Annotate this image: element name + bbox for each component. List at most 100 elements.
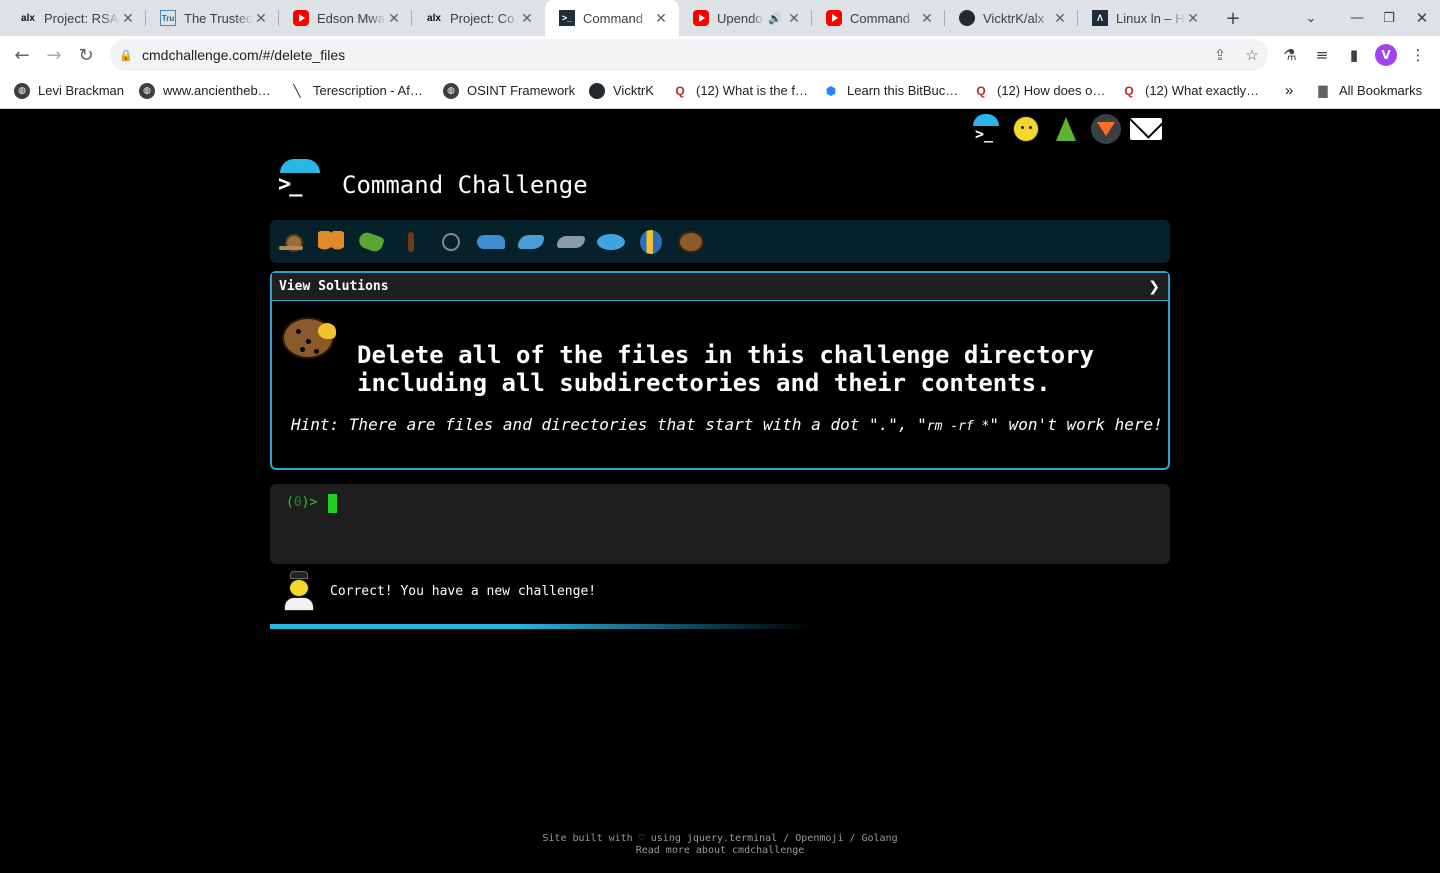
- caterpillar-icon[interactable]: [356, 227, 386, 257]
- gitlab-icon[interactable]: [1090, 111, 1122, 147]
- tab-8[interactable]: VicktrK/alx ✕: [945, 0, 1078, 36]
- tab-title: Command: [583, 10, 643, 26]
- lock-icon[interactable]: 🔒: [110, 49, 142, 62]
- challenge-progress-strip: [270, 220, 1170, 263]
- folder-icon: ▇: [1318, 83, 1328, 98]
- bookmark-item[interactable]: ◍ Levi Brackman: [14, 74, 124, 107]
- restore-icon[interactable]: ❐: [1377, 6, 1401, 30]
- close-icon[interactable]: ✕: [786, 10, 802, 27]
- window-close-icon[interactable]: ✕: [1410, 6, 1434, 30]
- tab-4[interactable]: alx Project: Co ✕: [412, 0, 545, 36]
- challenge-line-1: Delete all of the files in this challeng…: [357, 341, 1094, 369]
- back-arrow-icon[interactable]: ←: [8, 41, 36, 69]
- terminal-prompt: (0)>: [286, 495, 317, 510]
- tab-title: Project: Co: [450, 10, 515, 26]
- forward-arrow-icon[interactable]: →: [40, 41, 68, 69]
- speaker-icon[interactable]: 🔊: [764, 12, 786, 25]
- tab-title: Command: [850, 10, 910, 26]
- bookmarks-bar: ◍ Levi Brackman ◍ www.ancientheb… ╲ Terescr…: [0, 74, 1440, 109]
- kebab-menu-icon[interactable]: ⋮: [1407, 44, 1429, 66]
- dolphin-icon[interactable]: [516, 227, 546, 257]
- youtube-icon: [693, 10, 709, 26]
- bookmark-item[interactable]: Q (12) What is the f…: [672, 74, 808, 107]
- page-content: >_ >_ Command Challenge View Solutions ❯…: [0, 109, 1440, 873]
- side-panel-icon[interactable]: ▮: [1343, 44, 1365, 66]
- tab-title: Project: RSA: [44, 10, 119, 26]
- tab-search-icon[interactable]: ⌄: [1299, 6, 1323, 30]
- share-icon[interactable]: ⇪: [1204, 46, 1236, 64]
- envelope-icon[interactable]: [1130, 111, 1162, 147]
- pen-icon: ╲: [293, 83, 301, 98]
- new-tab-button[interactable]: +: [1221, 6, 1245, 30]
- alx-icon: alx: [21, 12, 35, 24]
- labs-flask-icon[interactable]: ⚗: [1279, 44, 1301, 66]
- bookmark-star-icon[interactable]: ☆: [1236, 46, 1268, 64]
- tab-title: VicktrK/alx: [983, 10, 1045, 26]
- bookmarks-overflow-button[interactable]: »: [1285, 74, 1293, 107]
- prompt-close: )>: [301, 495, 318, 510]
- hint-code: rm -rf *: [926, 419, 990, 434]
- bookmark-item[interactable]: ◍ OSINT Framework: [443, 74, 575, 107]
- close-icon[interactable]: ✕: [519, 10, 535, 27]
- url-text[interactable]: cmdchallenge.com/#/delete_files: [142, 47, 1204, 63]
- ant-icon[interactable]: [396, 227, 426, 257]
- bookmark-label: Terescription - Af…: [313, 83, 423, 98]
- tab-3[interactable]: Edson Mwa ✕: [279, 0, 412, 36]
- tree-icon[interactable]: [1050, 111, 1082, 147]
- quora-icon: Q: [1124, 83, 1134, 98]
- close-icon[interactable]: ✕: [653, 10, 669, 27]
- close-icon[interactable]: ✕: [1052, 10, 1068, 27]
- terminal-icon[interactable]: >_: [970, 111, 1002, 147]
- all-bookmarks-button[interactable]: ▇ All Bookmarks: [1315, 74, 1422, 107]
- dolphin-grey-icon[interactable]: [556, 227, 586, 257]
- hint-text-pre: Hint: There are files and directories th…: [291, 415, 927, 434]
- fish-icon[interactable]: [596, 227, 626, 257]
- snail-icon[interactable]: [276, 227, 306, 257]
- address-bar[interactable]: 🔒 cmdchallenge.com/#/delete_files ⇪ ☆: [110, 39, 1268, 71]
- reload-icon[interactable]: ↻: [72, 41, 100, 69]
- tab-9[interactable]: Λ Linux ln – H ✕: [1078, 0, 1211, 36]
- quora-icon: Q: [675, 83, 685, 98]
- terminal-cursor: [328, 494, 337, 513]
- minimize-icon[interactable]: —: [1345, 6, 1369, 30]
- blowfish-icon[interactable]: [676, 227, 706, 257]
- close-icon[interactable]: ✕: [919, 10, 935, 27]
- bookmark-item[interactable]: Q (12) How does o…: [973, 74, 1105, 107]
- github-icon: [959, 10, 975, 26]
- prompt-open: (: [286, 495, 294, 510]
- spider-web-icon[interactable]: [436, 227, 466, 257]
- bookmark-item[interactable]: VicktrK: [589, 74, 654, 107]
- close-icon[interactable]: ✕: [253, 10, 269, 27]
- butterfly-icon[interactable]: [316, 227, 346, 257]
- bookmark-item[interactable]: ╲ Terescription - Af…: [289, 74, 423, 107]
- tab-2[interactable]: Tru The Trusted ✕: [146, 0, 279, 36]
- globe-icon: ◍: [14, 82, 30, 99]
- cmdchallenge-logo-icon: >_: [278, 159, 322, 203]
- view-solutions-label: View Solutions: [279, 279, 389, 294]
- profile-avatar[interactable]: V: [1375, 44, 1397, 66]
- terminal-input[interactable]: (0)>: [270, 484, 1170, 564]
- close-icon[interactable]: ✕: [120, 10, 136, 27]
- bookmark-item[interactable]: Q (12) What exactly…: [1121, 74, 1259, 107]
- hint-text-post: " won't work here!: [989, 415, 1163, 434]
- view-solutions-toggle[interactable]: View Solutions ❯: [272, 273, 1168, 301]
- close-icon[interactable]: ✕: [386, 10, 402, 27]
- feedback-message: Correct! You have a new challenge!: [330, 583, 597, 599]
- tab-7[interactable]: Command ✕: [812, 0, 945, 36]
- tab-6[interactable]: Upendo 🔊 ✕: [679, 0, 812, 36]
- tru-icon: Tru: [160, 10, 176, 26]
- close-icon[interactable]: ✕: [1185, 10, 1201, 27]
- bookmark-item[interactable]: ⬢ Learn this BitBuc…: [823, 74, 959, 107]
- footer-credits[interactable]: Site built with ♡ using jquery.terminal …: [0, 833, 1440, 845]
- whale-icon[interactable]: [476, 227, 506, 257]
- tab-1[interactable]: alx Project: RSA ✕: [6, 0, 146, 36]
- linux-icon: Λ: [1092, 10, 1108, 26]
- shushing-face-icon[interactable]: [1010, 111, 1042, 147]
- bookmark-item[interactable]: ◍ www.ancientheb…: [139, 74, 271, 107]
- tab-title: Upendo: [717, 10, 763, 26]
- site-title: Command Challenge: [342, 171, 588, 199]
- media-queue-icon[interactable]: ≡: [1311, 44, 1333, 66]
- tab-5-active[interactable]: >_ Command ✕: [545, 0, 679, 36]
- footer-about-link[interactable]: Read more about cmdchallenge: [0, 845, 1440, 857]
- tropical-fish-icon[interactable]: [636, 227, 666, 257]
